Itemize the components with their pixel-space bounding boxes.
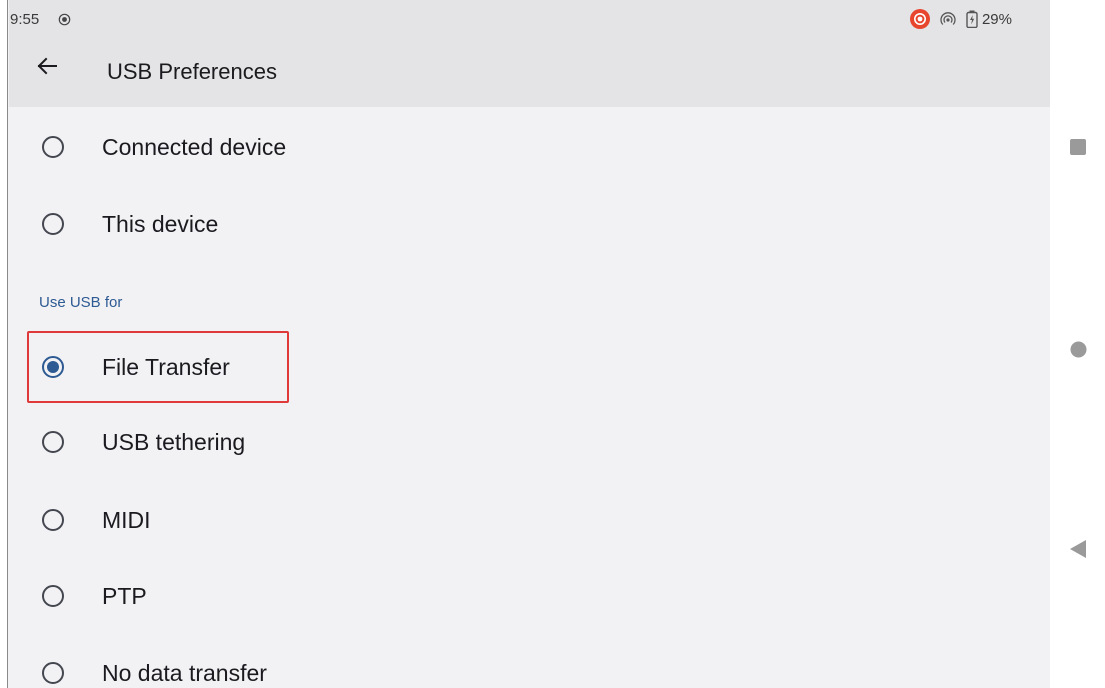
system-nav-bar [1050, 0, 1105, 688]
battery-percent: 29% [981, 10, 1012, 28]
nav-back-button[interactable] [1067, 538, 1089, 560]
hotspot-icon [940, 12, 956, 25]
recents-square-icon [1070, 139, 1086, 155]
option-file-transfer[interactable]: File Transfer [9, 330, 1050, 404]
option-usb-tethering[interactable]: USB tethering [9, 405, 1050, 479]
radio-this-device[interactable] [42, 213, 64, 235]
option-label: USB tethering [102, 429, 246, 455]
recording-badge-icon [909, 9, 930, 29]
status-icons: 29% [909, 9, 1012, 29]
recents-button[interactable] [1067, 136, 1089, 158]
option-label: Connected device [102, 134, 287, 160]
option-label: No data transfer [102, 660, 267, 686]
home-button[interactable] [1067, 338, 1089, 360]
arrow-back-icon [37, 57, 57, 75]
home-circle-icon [1070, 341, 1086, 357]
radio-connected-device[interactable] [42, 136, 64, 158]
radio-ptp[interactable] [42, 585, 64, 607]
section-header-use-usb-for: Use USB for [39, 294, 123, 311]
option-label: PTP [102, 583, 147, 609]
option-label: This device [102, 211, 219, 237]
left-edge-divider [0, 0, 8, 688]
battery-icon [966, 10, 978, 28]
radio-file-transfer[interactable] [42, 356, 64, 378]
option-midi[interactable]: MIDI [9, 483, 1050, 557]
option-label: MIDI [102, 507, 151, 533]
radio-usb-tethering[interactable] [42, 431, 64, 453]
option-no-data-transfer[interactable]: No data transfer [9, 636, 1050, 688]
screen-record-icon [58, 13, 71, 26]
back-button[interactable] [29, 48, 65, 84]
back-triangle-icon [1070, 540, 1086, 558]
app-bar: 9:55 29% USB Preferences [9, 0, 1050, 107]
option-label: File Transfer [102, 354, 230, 380]
status-bar: 9:55 29% [9, 0, 1050, 36]
radio-no-data-transfer[interactable] [42, 662, 64, 684]
page-title: USB Preferences [107, 59, 277, 84]
option-connected-device[interactable]: Connected device [9, 110, 1050, 184]
status-time: 9:55 [10, 11, 40, 28]
settings-screen: 9:55 29% USB Preferences Connected devic… [9, 0, 1050, 688]
option-this-device[interactable]: This device [9, 187, 1050, 261]
option-ptp[interactable]: PTP [9, 559, 1050, 633]
radio-midi[interactable] [42, 509, 64, 531]
